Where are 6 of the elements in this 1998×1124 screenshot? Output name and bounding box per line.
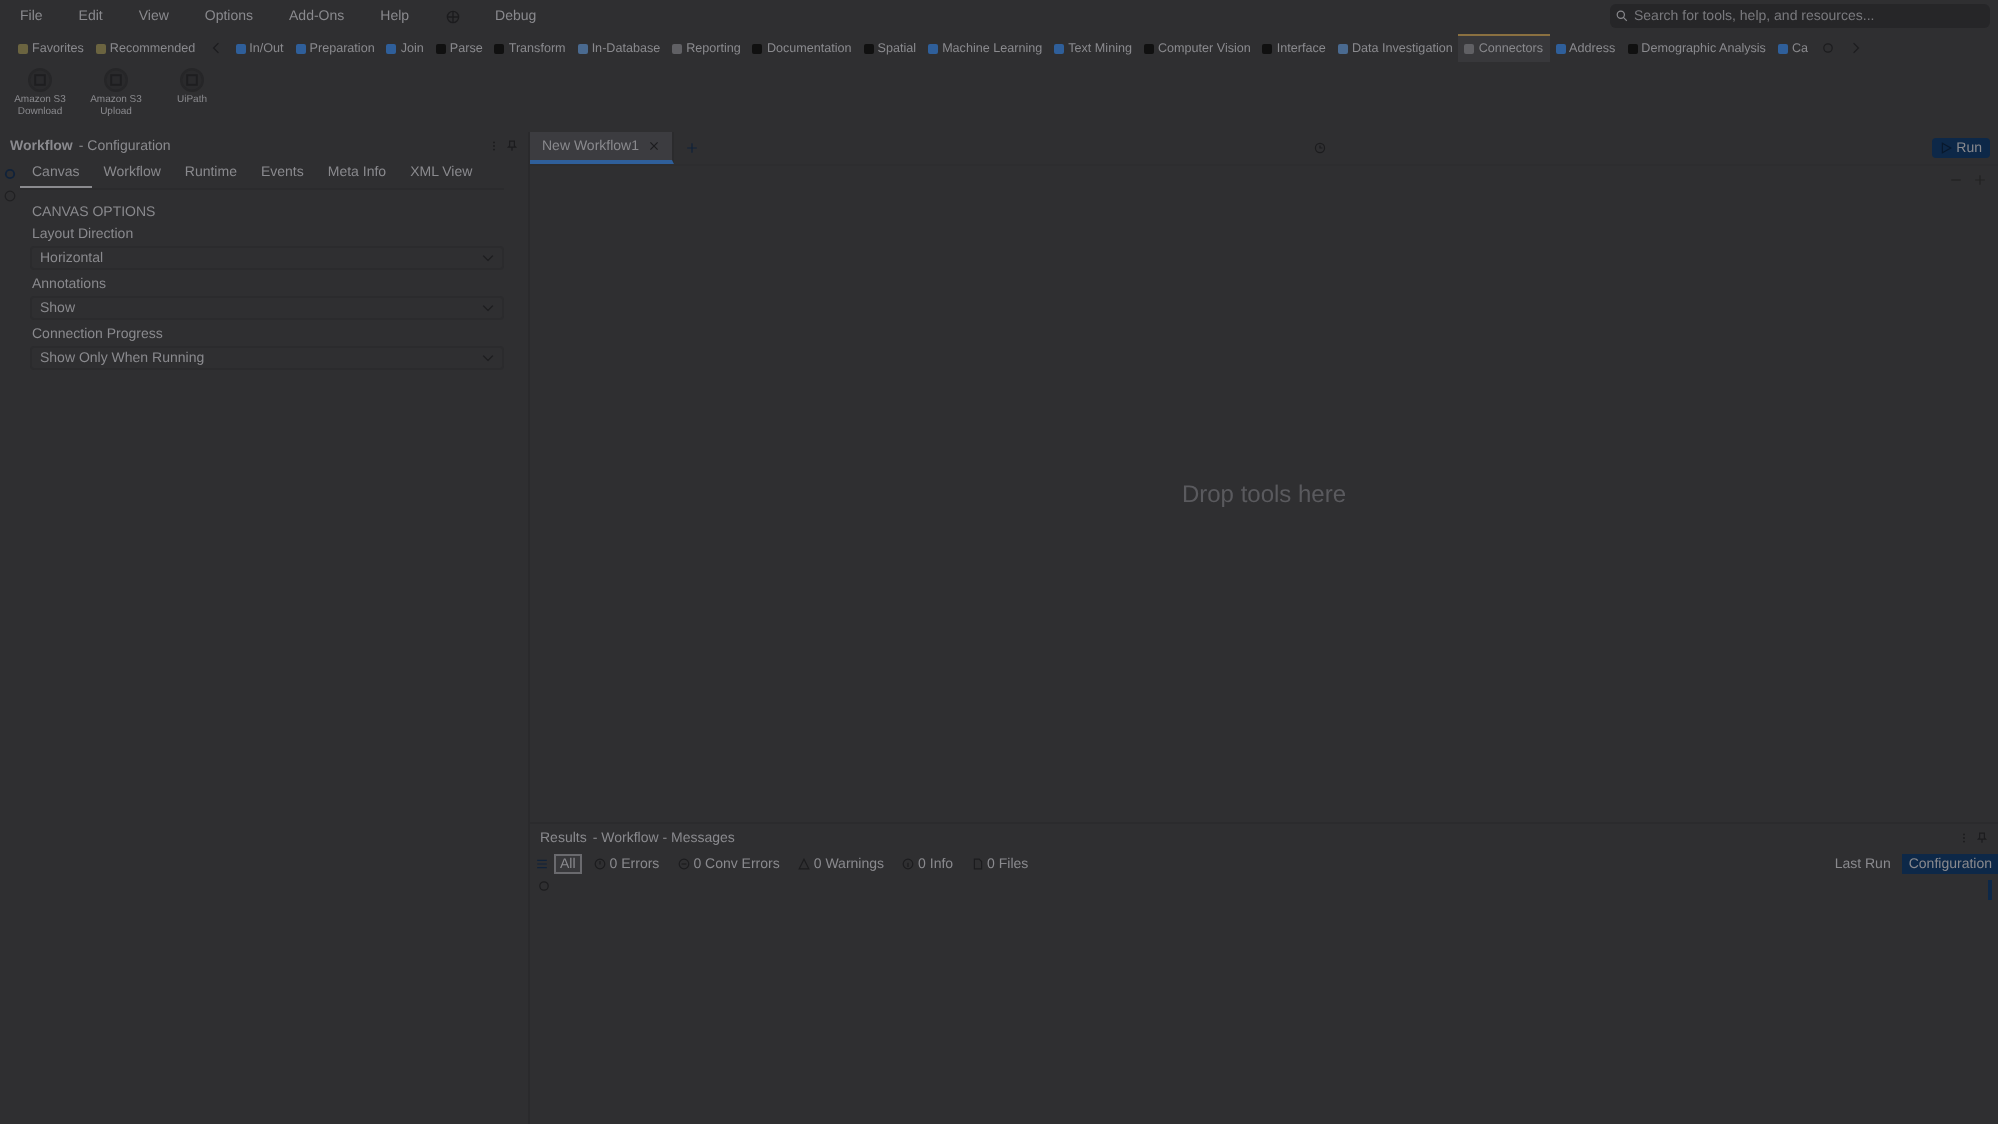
list-icon[interactable]	[536, 858, 548, 870]
scrollbar[interactable]	[1988, 880, 1992, 900]
close-icon	[647, 140, 659, 152]
add-tab-icon[interactable]	[685, 142, 697, 154]
play-icon	[1940, 142, 1953, 154]
search-icon	[1616, 10, 1628, 22]
